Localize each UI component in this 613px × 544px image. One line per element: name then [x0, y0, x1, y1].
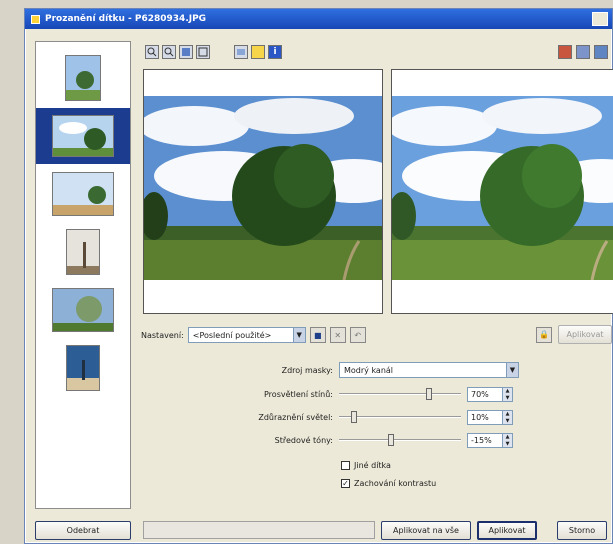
- layout-toolbar: [558, 45, 608, 59]
- highlights-label: Zdůraznění světel:: [258, 412, 333, 422]
- spin-button[interactable]: ▲ ▼: [503, 432, 513, 448]
- highlights-slider[interactable]: [339, 410, 461, 424]
- slider-knob[interactable]: [426, 388, 432, 400]
- result-photo: [392, 96, 613, 280]
- single-view-icon[interactable]: [594, 45, 608, 59]
- preset-select[interactable]: <Poslední použité> ▼: [187, 327, 306, 343]
- mask-source-select[interactable]: Modrý kanál ▼: [339, 362, 519, 378]
- compare-icon[interactable]: [234, 45, 248, 59]
- thumbnail-item-selected[interactable]: [36, 108, 130, 164]
- brightness-row: Prosvětlení stínů: 70% ▲ ▼: [215, 385, 613, 403]
- footer-bar: Odebrat Aplikovat na vše Aplikovat Storn…: [35, 521, 613, 540]
- midtones-slider[interactable]: [339, 433, 461, 447]
- remove-button[interactable]: Odebrat: [35, 521, 131, 540]
- title-bar: Prozanění dítku - P6280934.JPG: [25, 9, 612, 29]
- spin-button[interactable]: ▲ ▼: [503, 409, 513, 425]
- folder-icon[interactable]: [251, 45, 265, 59]
- thumbnail-image: [52, 288, 114, 332]
- original-preview[interactable]: [143, 69, 383, 314]
- window-title: Prozanění dítku - P6280934.JPG: [45, 14, 207, 24]
- chevron-down-icon[interactable]: ▼: [292, 328, 305, 342]
- chevron-down-icon[interactable]: ▼: [506, 363, 518, 377]
- info-icon[interactable]: i: [268, 45, 282, 59]
- cancel-button[interactable]: Storno: [557, 521, 607, 540]
- preset-label: Nastavení:: [141, 330, 184, 340]
- highlights-row: Zdůraznění světel: 10% ▲ ▼: [215, 408, 613, 426]
- thumbnail-item[interactable]: [36, 224, 130, 280]
- brightness-label: Prosvětlení stínů:: [264, 389, 333, 399]
- slider-knob[interactable]: [387, 434, 394, 446]
- thumbnail-image: [66, 229, 100, 275]
- result-preview[interactable]: [391, 69, 613, 314]
- thumbnail-item[interactable]: [36, 50, 130, 106]
- apply-disabled-button[interactable]: Aplikovat: [558, 325, 612, 344]
- thumbnail-item[interactable]: [36, 166, 130, 222]
- mask-source-value: Modrý kanál: [344, 365, 394, 375]
- mask-source-label: Zdroj masky:: [281, 365, 333, 375]
- lock-icon[interactable]: 🔒: [536, 326, 552, 343]
- midtones-row: Středové tóny: -15% ▲ ▼: [215, 431, 613, 449]
- thumbnail-item[interactable]: [36, 282, 130, 338]
- thumbnail-image: [66, 345, 100, 391]
- preview-controls: 🔒 Aplikovat: [536, 325, 612, 344]
- zoom-out-icon[interactable]: [162, 45, 176, 59]
- undo-icon[interactable]: ↶: [349, 327, 366, 343]
- fit-icon[interactable]: [179, 45, 193, 59]
- thumbnail-item[interactable]: [36, 340, 130, 396]
- preset-value: <Poslední použité>: [192, 330, 272, 340]
- before-after-icon[interactable]: [576, 45, 590, 59]
- midtones-value[interactable]: -15%: [467, 432, 503, 448]
- option-checkbox-2[interactable]: ✓ Zachování kontrastu: [341, 479, 436, 488]
- app-icon: [31, 14, 40, 24]
- brightness-value[interactable]: 70%: [467, 386, 503, 402]
- apply-all-button[interactable]: Aplikovat na vše: [381, 521, 471, 540]
- original-photo: [144, 96, 382, 280]
- thumbnail-image: [52, 172, 114, 216]
- spin-button[interactable]: ▲ ▼: [503, 386, 513, 402]
- editor-window: Prozanění dítku - P6280934.JPG i Nastave…: [24, 8, 613, 544]
- mask-source-row: Zdroj masky: Modrý kanál ▼: [215, 361, 613, 379]
- split-view-icon[interactable]: [558, 45, 572, 59]
- checkbox-label: Zachování kontrastu: [354, 479, 437, 488]
- save-icon[interactable]: ■: [309, 327, 326, 343]
- checkbox-box[interactable]: [341, 461, 350, 470]
- thumbnail-list[interactable]: [35, 41, 131, 509]
- delete-icon[interactable]: ✕: [329, 327, 346, 343]
- highlights-value[interactable]: 10%: [467, 409, 503, 425]
- preset-row: Nastavení: <Poslední použité> ▼ ■ ✕ ↶: [141, 327, 366, 343]
- checkbox-label: Jiné dítka: [354, 461, 391, 470]
- thumbnail-image: [52, 115, 114, 157]
- fullscreen-icon[interactable]: [196, 45, 210, 59]
- window-control-button[interactable]: [592, 12, 608, 26]
- view-toolbar: i: [145, 45, 282, 61]
- slider-knob[interactable]: [350, 411, 357, 423]
- midtones-label: Středové tóny:: [274, 435, 333, 445]
- checkbox-box[interactable]: ✓: [341, 479, 350, 488]
- zoom-in-icon[interactable]: [145, 45, 159, 59]
- brightness-slider[interactable]: [339, 387, 461, 401]
- option-checkbox-1[interactable]: Jiné dítka: [341, 461, 391, 470]
- thumbnail-image: [65, 55, 101, 101]
- apply-button[interactable]: Aplikovat: [477, 521, 537, 540]
